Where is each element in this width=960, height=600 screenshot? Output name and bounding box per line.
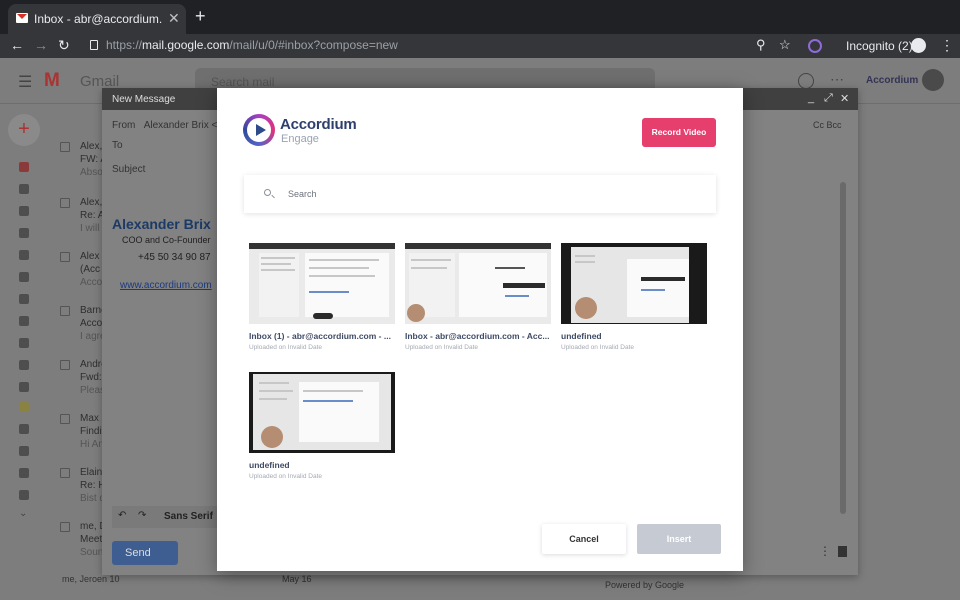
video-title: undefined xyxy=(561,331,602,341)
label-icon[interactable] xyxy=(19,360,29,370)
more-chevron-icon[interactable]: ⌄ xyxy=(19,508,27,519)
mail-list: Alex,FW: AAbso Alex,Re: AI will Alex(Acc… xyxy=(50,104,102,600)
new-tab-button[interactable]: + xyxy=(195,6,206,27)
video-search xyxy=(244,175,716,213)
help-icon[interactable] xyxy=(798,73,814,89)
star-icon[interactable]: ☆ xyxy=(779,37,791,53)
minimize-icon[interactable]: _ xyxy=(808,92,814,104)
apps-grid-icon[interactable]: ⋯ xyxy=(830,71,844,88)
compose-scrollbar[interactable] xyxy=(840,182,846,514)
gmail-favicon-icon xyxy=(16,13,28,23)
video-upload-date: Uploaded on Invalid Date xyxy=(405,344,478,351)
label-icon-3[interactable] xyxy=(19,446,29,456)
redo-icon[interactable]: ↷ xyxy=(138,510,146,521)
powered-by-google: Powered by Google xyxy=(605,580,685,590)
label-yellow-icon[interactable] xyxy=(19,402,29,412)
spam-icon[interactable] xyxy=(19,316,29,326)
last-row-from[interactable]: me, Jeroen 10 xyxy=(62,574,120,584)
video-upload-date: Uploaded on Invalid Date xyxy=(249,473,322,480)
important-icon[interactable] xyxy=(19,228,29,238)
expand-icon[interactable]: ⤢ xyxy=(824,92,833,105)
extension-icon[interactable] xyxy=(808,39,822,53)
video-title: Inbox (1) - abr@accordium.com - ... xyxy=(249,331,391,341)
from-field[interactable]: From Alexander Brix <ale xyxy=(112,120,231,131)
drafts-icon[interactable] xyxy=(19,272,29,282)
video-thumbnail[interactable] xyxy=(405,243,551,324)
insert-button[interactable]: Insert xyxy=(637,524,721,554)
subject-field[interactable]: Subject xyxy=(112,164,145,175)
starred-icon[interactable] xyxy=(19,184,29,194)
snoozed-icon[interactable] xyxy=(19,206,29,216)
trash-icon[interactable] xyxy=(19,338,29,348)
tab-title: Inbox - abr@accordium.com - xyxy=(34,12,162,26)
zoom-icon[interactable]: ⚲ xyxy=(756,37,766,53)
forward-icon[interactable]: → xyxy=(34,37,48,53)
video-thumbnail[interactable] xyxy=(249,243,395,324)
video-thumbnail[interactable] xyxy=(249,372,395,453)
undo-icon[interactable]: ↶ xyxy=(118,510,126,521)
browser-menu-icon[interactable]: ⋮ xyxy=(940,37,954,54)
compose-title: New Message xyxy=(112,94,176,105)
to-field[interactable]: To xyxy=(112,140,123,151)
tab-close-icon[interactable]: ✕ xyxy=(168,10,180,27)
account-brand-label: Accordium xyxy=(866,75,919,86)
accordium-logo-icon xyxy=(243,114,275,146)
label-icon-5[interactable] xyxy=(19,490,29,500)
cancel-button[interactable]: Cancel xyxy=(542,524,626,554)
mail-search-placeholder: Search mail xyxy=(211,75,275,89)
signature-link[interactable]: www.accordium.com xyxy=(120,280,212,291)
address-bar: ← → ↻ https://mail.google.com/mail/u/0/#… xyxy=(0,34,960,58)
video-title: undefined xyxy=(249,460,290,470)
video-upload-date: Uploaded on Invalid Date xyxy=(249,344,322,351)
compose-close-icon[interactable]: ✕ xyxy=(840,92,849,105)
signature-role: COO and Co-Founder xyxy=(122,235,211,245)
send-button[interactable]: Send xyxy=(112,541,178,565)
label-icon-2[interactable] xyxy=(19,424,29,434)
signature-phone: +45 50 34 90 87 xyxy=(138,252,211,263)
accordium-modal: Accordium Engage Record Video Inbox ( xyxy=(217,88,743,571)
signature-name: Alexander Brix xyxy=(112,216,211,232)
video-upload-date: Uploaded on Invalid Date xyxy=(561,344,634,351)
video-title: Inbox - abr@accordium.com - Acc... xyxy=(405,331,550,341)
gmail-logo-icon: M xyxy=(44,70,60,91)
label-icon-4[interactable] xyxy=(19,468,29,478)
sent-icon[interactable] xyxy=(19,250,29,260)
record-video-button[interactable]: Record Video xyxy=(642,118,716,147)
search-icon xyxy=(264,189,271,196)
font-select[interactable]: Sans Serif xyxy=(164,511,213,522)
compose-button[interactable]: + xyxy=(8,114,40,146)
avatar[interactable] xyxy=(922,69,944,91)
incognito-label: Incognito (2) xyxy=(846,39,913,53)
all-mail-icon[interactable] xyxy=(19,294,29,304)
labels-icon[interactable] xyxy=(19,382,29,392)
cc-bcc-link[interactable]: Cc Bcc xyxy=(813,120,842,130)
discard-draft-icon[interactable] xyxy=(838,546,847,557)
brand-name: Accordium xyxy=(280,116,357,133)
video-thumbnail[interactable] xyxy=(561,243,707,324)
url-field[interactable]: https://mail.google.com/mail/u/0/#inbox?… xyxy=(106,38,398,52)
screen: Inbox - abr@accordium.com - ✕ + ← → ↻ ht… xyxy=(0,0,960,600)
main-menu-icon[interactable]: ☰ xyxy=(18,72,32,92)
search-input[interactable] xyxy=(288,186,688,202)
incognito-icon[interactable] xyxy=(911,38,926,53)
format-toolbar: ↶ ↷ Sans Serif xyxy=(112,506,217,528)
browser-tab[interactable]: Inbox - abr@accordium.com - ✕ xyxy=(8,4,186,34)
reload-icon[interactable]: ↻ xyxy=(58,37,70,54)
back-icon[interactable]: ← xyxy=(10,37,24,53)
more-options-icon[interactable]: ⋮ xyxy=(819,544,831,558)
inbox-icon[interactable] xyxy=(19,162,29,172)
browser-tab-bar: Inbox - abr@accordium.com - ✕ + xyxy=(0,0,960,34)
lock-icon xyxy=(90,40,98,50)
last-row-date: May 16 xyxy=(282,574,312,584)
brand-subtitle: Engage xyxy=(281,133,319,145)
